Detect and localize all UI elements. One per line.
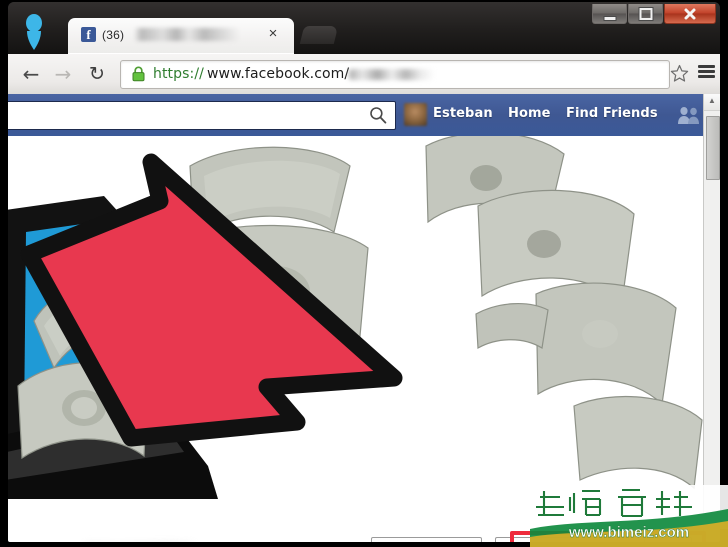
page-viewport: Esteban Home Find Friends ▲ — [8, 94, 720, 542]
facebook-search-input[interactable] — [8, 101, 396, 130]
search-icon[interactable] — [369, 106, 387, 124]
url-host: www.facebook.com/ — [207, 66, 350, 82]
browser-tab[interactable]: f (36) × — [68, 18, 294, 54]
reload-button[interactable]: ↻ — [84, 61, 110, 87]
chrome-menu-icon[interactable] — [698, 63, 715, 83]
url-scheme: https:// — [153, 66, 204, 82]
vertical-scrollbar-thumb[interactable] — [706, 116, 720, 180]
chrome-profile-icon[interactable] — [21, 14, 47, 50]
facebook-home-link[interactable]: Home — [508, 106, 551, 122]
new-tab-button[interactable] — [299, 26, 339, 44]
cover-action-buttons: Update Info View Activity Log ••• — [370, 537, 692, 542]
url-path-redacted — [349, 69, 435, 80]
facebook-top-bar: Esteban Home Find Friends — [8, 94, 720, 137]
avatar[interactable] — [404, 103, 427, 126]
tab-notification-count: (36) — [102, 28, 125, 42]
lock-icon[interactable] — [132, 66, 145, 82]
tab-title-redacted — [134, 28, 240, 41]
vertical-scrollbar[interactable]: ▲ — [703, 94, 720, 542]
facebook-user-name-link[interactable]: Esteban — [433, 106, 493, 122]
bookmark-star-icon[interactable] — [670, 64, 689, 83]
cover-photo-artwork — [8, 136, 708, 499]
view-activity-log-button[interactable]: View Activity Log — [494, 537, 644, 542]
back-button[interactable]: ← — [18, 61, 44, 87]
screenshot-root: f (36) × ← → ↻ https:// www.facebook.com… — [0, 0, 728, 547]
chrome-browser-window: f (36) × ← → ↻ https:// www.facebook.com… — [8, 2, 720, 542]
scroll-up-arrow-icon[interactable]: ▲ — [704, 94, 720, 111]
facebook-find-friends-link[interactable]: Find Friends — [566, 106, 658, 122]
more-options-button[interactable]: ••• — [643, 537, 692, 542]
maximize-button[interactable] — [628, 4, 663, 24]
update-info-button[interactable]: Update Info — [370, 537, 482, 542]
friends-icon[interactable] — [676, 105, 702, 125]
close-button[interactable] — [664, 4, 716, 24]
browser-toolbar: ← → ↻ https:// www.facebook.com/ — [8, 54, 720, 95]
facebook-favicon: f — [81, 27, 96, 42]
tab-close-icon[interactable]: × — [266, 26, 280, 42]
window-controls — [592, 4, 716, 25]
activity-log-button-group: View Activity Log ••• — [494, 537, 692, 542]
address-bar[interactable]: https:// www.facebook.com/ — [120, 60, 670, 89]
browser-title-bar: f (36) × — [8, 2, 720, 54]
minimize-button[interactable] — [592, 4, 627, 24]
cover-photo — [8, 136, 708, 499]
forward-button[interactable]: → — [50, 61, 76, 87]
